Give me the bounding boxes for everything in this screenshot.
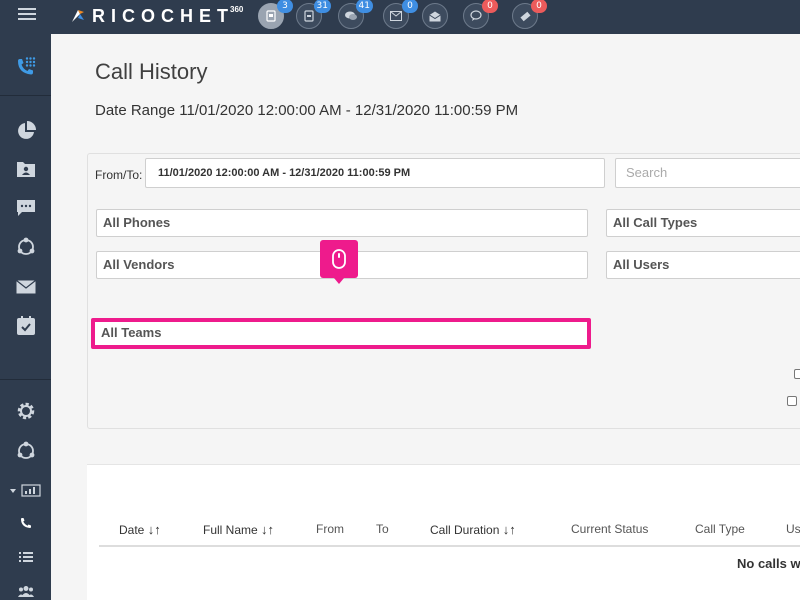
users-select[interactable]: All Users (606, 251, 800, 279)
voicemail-badge: 31 (313, 0, 331, 13)
option-checkbox-2[interactable] (787, 396, 797, 406)
logo-mark-icon (72, 10, 84, 22)
mouse-icon (332, 249, 346, 269)
teams-select[interactable]: All Teams (91, 318, 591, 349)
users-group-icon[interactable] (0, 574, 51, 608)
date-range-heading: Date Range 11/01/2020 12:00:00 AM - 12/3… (95, 102, 519, 119)
contacts-folder-icon[interactable] (0, 152, 51, 186)
voicemail-icon[interactable]: 31 (296, 0, 331, 29)
menu-icon[interactable] (18, 5, 36, 21)
logo-superscript: 360 (230, 4, 244, 14)
search-input[interactable]: Search (615, 158, 800, 188)
mail-icon[interactable] (0, 270, 51, 304)
sidebar (0, 34, 51, 600)
call-types-select[interactable]: All Call Types (606, 209, 800, 237)
monitor-dropdown-icon[interactable] (0, 474, 51, 508)
phone-icon[interactable] (0, 506, 51, 540)
sort-icon: ↓↑ (261, 522, 275, 537)
column-date[interactable]: Date ↓↑ (119, 522, 161, 537)
column-full-name[interactable]: Full Name ↓↑ (203, 522, 274, 537)
results-table: Date ↓↑ Full Name ↓↑ From To Call Durati… (87, 464, 800, 604)
email-badge: 0 (402, 0, 418, 13)
logo[interactable]: RICOCHET 360 (70, 3, 247, 29)
column-from[interactable]: From (316, 522, 344, 536)
tasks-check-icon[interactable] (0, 309, 51, 343)
header-divider (99, 545, 800, 547)
open-mail-icon[interactable] (422, 3, 448, 29)
dialer-icon[interactable] (0, 48, 51, 86)
chat-icon[interactable]: 41 (338, 0, 373, 29)
date-range-input[interactable]: 11/01/2020 12:00:00 AM - 12/31/2020 11:0… (145, 158, 605, 188)
message-badge: 0 (482, 0, 498, 13)
calls-icon[interactable]: 3 (258, 0, 293, 29)
column-to[interactable]: To (376, 522, 389, 536)
reports-pie-icon[interactable] (0, 114, 51, 148)
chat-badge: 41 (355, 0, 373, 13)
main-content: Call History Date Range 11/01/2020 12:00… (51, 34, 800, 604)
option-checkbox-1[interactable] (794, 369, 800, 379)
integrations-icon[interactable] (0, 434, 51, 468)
sort-icon: ↓↑ (502, 522, 516, 537)
column-user[interactable]: Us (786, 522, 800, 536)
column-call-duration[interactable]: Call Duration ↓↑ (430, 522, 516, 537)
ticket-icon[interactable]: 0 (512, 0, 547, 29)
sort-icon: ↓↑ (147, 522, 161, 537)
empty-table-message: No calls w (737, 556, 800, 571)
column-current-status[interactable]: Current Status (571, 522, 648, 536)
top-bar: RICOCHET 360 3 31 41 0 0 0 (0, 0, 800, 34)
workflow-icon[interactable] (0, 230, 51, 264)
page-title: Call History (95, 59, 208, 84)
logo-text: RICOCHET (92, 5, 234, 26)
phones-select[interactable]: All Phones (96, 209, 588, 237)
ticket-badge: 0 (531, 0, 547, 13)
list-icon[interactable] (0, 540, 51, 574)
settings-gear-icon[interactable] (0, 394, 51, 428)
calls-badge: 3 (277, 0, 293, 13)
message-icon[interactable]: 0 (463, 0, 498, 29)
column-call-type[interactable]: Call Type (695, 522, 745, 536)
filter-panel: From/To: 11/01/2020 12:00:00 AM - 12/31/… (87, 153, 800, 429)
mouse-click-indicator (320, 240, 358, 284)
email-icon[interactable]: 0 (383, 0, 418, 29)
sms-chat-icon[interactable] (0, 191, 51, 225)
from-to-label: From/To: (95, 168, 143, 182)
